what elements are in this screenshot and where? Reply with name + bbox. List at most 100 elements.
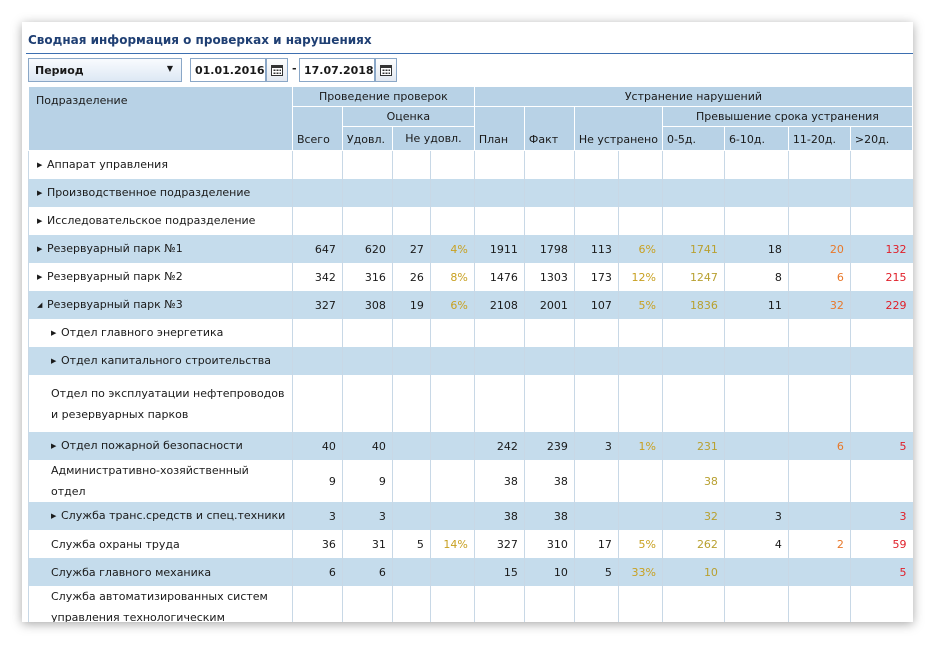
table-row[interactable]: ▶ Отдел главного энергетика (28, 319, 913, 347)
table-row[interactable]: Служба автоматизированных систем управле… (28, 586, 913, 622)
collapsed-triangle-icon[interactable]: ▶ (37, 267, 47, 288)
collapsed-triangle-icon[interactable]: ▶ (37, 211, 47, 232)
header-d20[interactable]: >20д. (849, 126, 913, 151)
cell-unsatisfactory-pct (429, 558, 475, 586)
header-not-eliminated[interactable]: Не устранено (573, 106, 663, 151)
cell-d0-5: 32 (661, 502, 725, 530)
cell-d6-10 (723, 558, 789, 586)
cell-d11-20 (787, 586, 851, 622)
table-row[interactable]: Служба охраны труда 36 31 5 14% 327 310 17 5% 262… (28, 530, 913, 558)
cell-fact (523, 586, 575, 622)
date-to-calendar-button[interactable] (375, 58, 397, 82)
header-rating: Оценка (341, 106, 475, 127)
cell-total (291, 347, 343, 375)
cell-d11-20: 32 (787, 291, 851, 319)
table-row[interactable]: Служба главного механика 6 6 15 10 5 33% 10 5 (28, 558, 913, 586)
table-row[interactable]: ▶ Отдел пожарной безопасности 40 40 242 239 3 1… (28, 432, 913, 460)
collapsed-triangle-icon[interactable]: ▶ (37, 155, 47, 176)
table-row[interactable]: ▶ Резервуарный парк №1 647 620 27 4% 1911 1798 1… (28, 235, 913, 263)
header-inspections: Проведение проверок (291, 86, 475, 107)
cell-unsatisfactory: 19 (391, 291, 431, 319)
cell-total (291, 207, 343, 235)
cell-plan: 38 (473, 460, 525, 502)
table-row[interactable]: Административно-хозяйственный отдел 9 9 38 3… (28, 460, 913, 502)
cell-d20: 5 (849, 558, 913, 586)
cell-unsatisfactory: 27 (391, 235, 431, 263)
header-division[interactable]: Подразделение (28, 86, 293, 151)
cell-unsatisfactory-pct (429, 207, 475, 235)
cell-satisfactory: 3 (341, 502, 393, 530)
cell-fact (523, 347, 575, 375)
cell-satisfactory: 316 (341, 263, 393, 291)
cell-unsatisfactory (391, 150, 431, 179)
division-label: Служба автоматизированных систем управле… (51, 590, 268, 622)
table-row[interactable]: ▶ Производственное подразделение (28, 179, 913, 207)
cell-d0-5: 231 (661, 432, 725, 460)
header-d11-20[interactable]: 11-20д. (787, 126, 851, 151)
cell-d20 (849, 347, 913, 375)
calendar-icon (380, 65, 392, 76)
table-row[interactable]: ▶ Исследовательское подразделение (28, 207, 913, 235)
cell-d6-10 (723, 207, 789, 235)
cell-not-eliminated (573, 502, 619, 530)
cell-satisfactory (341, 319, 393, 347)
cell-d20 (849, 207, 913, 235)
header-d6-10[interactable]: 6-10д. (723, 126, 789, 151)
cell-unsatisfactory-pct (429, 460, 475, 502)
table-row[interactable]: Отдел по эксплуатации нефтепроводов и ре… (28, 375, 913, 432)
header-fact[interactable]: Факт (523, 106, 575, 151)
table-row[interactable]: ◢ Резервуарный парк №3 327 308 19 6% 2108 2001 1… (28, 291, 913, 319)
collapsed-triangle-icon[interactable]: ▶ (37, 239, 47, 260)
cell-satisfactory: 620 (341, 235, 393, 263)
division-label: Исследовательское подразделение (47, 214, 256, 227)
table-row[interactable]: ▶ Резервуарный парк №2 342 316 26 8% 1476 1303 1… (28, 263, 913, 291)
division-label: Производственное подразделение (47, 186, 251, 199)
collapsed-triangle-icon[interactable]: ▶ (51, 436, 61, 457)
period-dropdown[interactable]: Период ▼ (28, 58, 182, 82)
cell-not-eliminated: 113 (573, 235, 619, 263)
cell-total: 6 (291, 558, 343, 586)
cell-d0-5 (661, 586, 725, 622)
date-to-input[interactable]: 17.07.2018 (299, 58, 375, 82)
cell-d0-5 (661, 319, 725, 347)
date-from-calendar-button[interactable] (266, 58, 288, 82)
cell-unsatisfactory (391, 432, 431, 460)
cell-unsatisfactory: 26 (391, 263, 431, 291)
cell-d11-20 (787, 207, 851, 235)
cell-fact (523, 150, 575, 179)
cell-d6-10 (723, 319, 789, 347)
collapsed-triangle-icon[interactable]: ▶ (37, 183, 47, 204)
cell-unsatisfactory-pct (429, 347, 475, 375)
cell-division-name: ▶ Отдел капитального строительства (28, 347, 293, 375)
cell-satisfactory: 9 (341, 460, 393, 502)
expanded-triangle-icon[interactable]: ◢ (37, 295, 47, 316)
cell-d20: 229 (849, 291, 913, 319)
date-from-input[interactable]: 01.01.2016 (190, 58, 266, 82)
table-row[interactable]: ▶ Аппарат управления (28, 150, 913, 179)
collapsed-triangle-icon[interactable]: ▶ (51, 506, 61, 527)
cell-d6-10 (723, 460, 789, 502)
cell-unsatisfactory (391, 319, 431, 347)
header-plan[interactable]: План (473, 106, 525, 151)
collapsed-triangle-icon[interactable]: ▶ (51, 351, 61, 372)
header-satisfactory[interactable]: Удовл. (341, 126, 393, 151)
cell-d11-20 (787, 502, 851, 530)
cell-unsatisfactory (391, 502, 431, 530)
table-row[interactable]: ▶ Служба транс.средств и спец.техники 3 3 38… (28, 502, 913, 530)
cell-not-eliminated-pct: 1% (617, 432, 663, 460)
header-unsatisfactory[interactable]: Не удовл. (391, 126, 475, 151)
cell-d20 (849, 375, 913, 432)
cell-d20 (849, 586, 913, 622)
summary-table: Подразделение Проведение проверок Устран… (28, 86, 913, 622)
cell-division-name: ◢ Резервуарный парк №3 (28, 291, 293, 319)
cell-d11-20: 20 (787, 235, 851, 263)
cell-fact (523, 207, 575, 235)
cell-d6-10 (723, 347, 789, 375)
header-d0-5[interactable]: 0-5д. (661, 126, 725, 151)
header-total[interactable]: Всего (291, 106, 343, 151)
collapsed-triangle-icon[interactable]: ▶ (51, 323, 61, 344)
cell-satisfactory (341, 586, 393, 622)
cell-fact: 38 (523, 502, 575, 530)
table-row[interactable]: ▶ Отдел капитального строительства (28, 347, 913, 375)
cell-not-eliminated-pct: 6% (617, 235, 663, 263)
